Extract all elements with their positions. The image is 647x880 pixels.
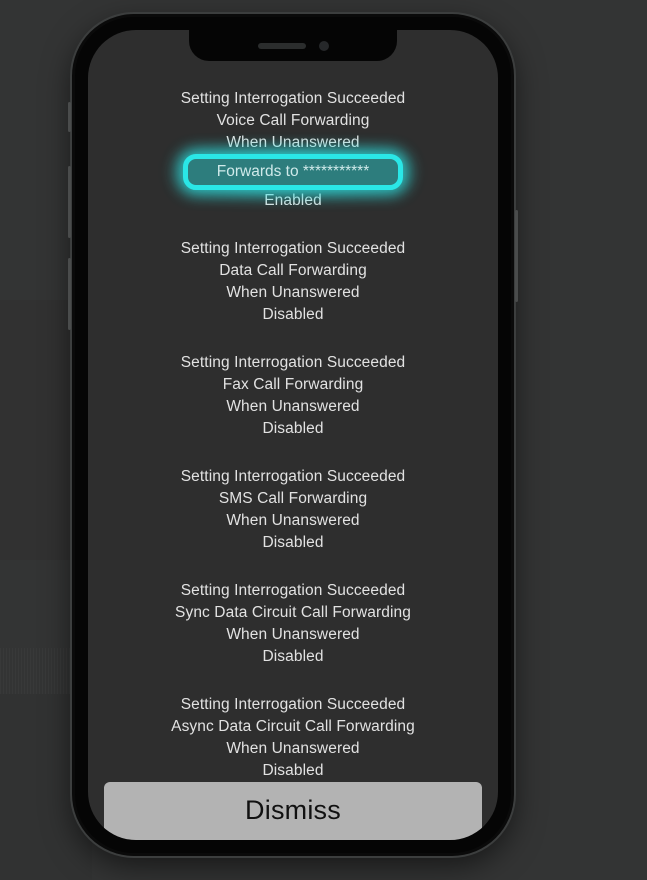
list-item: Setting Interrogation Succeeded Async Da… <box>102 694 484 782</box>
earpiece-speaker-icon <box>257 42 306 49</box>
mute-switch-button[interactable] <box>68 102 71 132</box>
phone-device: Setting Interrogation Succeeded Voice Ca… <box>68 14 518 856</box>
alert-status: Disabled <box>262 648 324 665</box>
alert-title: Setting Interrogation Succeeded <box>180 354 406 371</box>
phone-screen: Setting Interrogation Succeeded Voice Ca… <box>88 30 498 840</box>
backdrop-texture <box>0 648 74 694</box>
alert-status: Disabled <box>262 306 324 323</box>
list-item: Setting Interrogation Succeeded Fax Call… <box>102 352 484 440</box>
notch <box>189 30 397 61</box>
alert-title: Setting Interrogation Succeeded <box>180 468 406 485</box>
alert-service: Voice Call Forwarding <box>216 112 370 129</box>
alert-condition: When Unanswered <box>226 512 360 529</box>
alert-condition: When Unanswered <box>226 284 360 301</box>
backdrop-band-upper <box>0 300 74 560</box>
list-item: Setting Interrogation Succeeded SMS Call… <box>102 466 484 554</box>
alert-status: Disabled <box>262 420 324 437</box>
alert-status: Disabled <box>262 762 324 779</box>
highlight-box[interactable]: Forwards to *********** <box>183 154 403 190</box>
list-item: Setting Interrogation Succeeded Voice Ca… <box>102 88 484 212</box>
front-camera-icon <box>318 40 329 51</box>
alert-condition: When Unanswered <box>226 626 360 643</box>
alert-status: Enabled <box>264 192 322 209</box>
dismiss-button[interactable]: Dismiss <box>104 782 482 840</box>
volume-down-button[interactable] <box>68 258 71 330</box>
alert-dialog: Setting Interrogation Succeeded Voice Ca… <box>88 30 498 840</box>
alert-title: Setting Interrogation Succeeded <box>180 696 406 713</box>
forwards-to-text: Forwards to *********** <box>216 163 370 180</box>
alert-service: Data Call Forwarding <box>219 262 367 279</box>
alert-service: SMS Call Forwarding <box>218 490 368 507</box>
highlighted-detail[interactable]: Forwards to *********** <box>102 145 484 199</box>
alert-message-list: Setting Interrogation Succeeded Voice Ca… <box>88 30 498 782</box>
alert-status: Disabled <box>262 534 324 551</box>
list-item: Setting Interrogation Succeeded Sync Dat… <box>102 580 484 668</box>
alert-condition: When Unanswered <box>226 740 360 757</box>
alert-service: Sync Data Circuit Call Forwarding <box>175 604 411 621</box>
alert-service: Fax Call Forwarding <box>222 376 364 393</box>
alert-footer: Dismiss <box>88 782 498 840</box>
alert-title: Setting Interrogation Succeeded <box>180 90 406 107</box>
alert-title: Setting Interrogation Succeeded <box>180 240 406 257</box>
power-button[interactable] <box>515 210 518 302</box>
alert-title: Setting Interrogation Succeeded <box>180 582 406 599</box>
volume-up-button[interactable] <box>68 166 71 238</box>
alert-condition: When Unanswered <box>226 134 360 151</box>
alert-service: Async Data Circuit Call Forwarding <box>171 718 415 735</box>
list-item: Setting Interrogation Succeeded Data Cal… <box>102 238 484 326</box>
alert-condition: When Unanswered <box>226 398 360 415</box>
